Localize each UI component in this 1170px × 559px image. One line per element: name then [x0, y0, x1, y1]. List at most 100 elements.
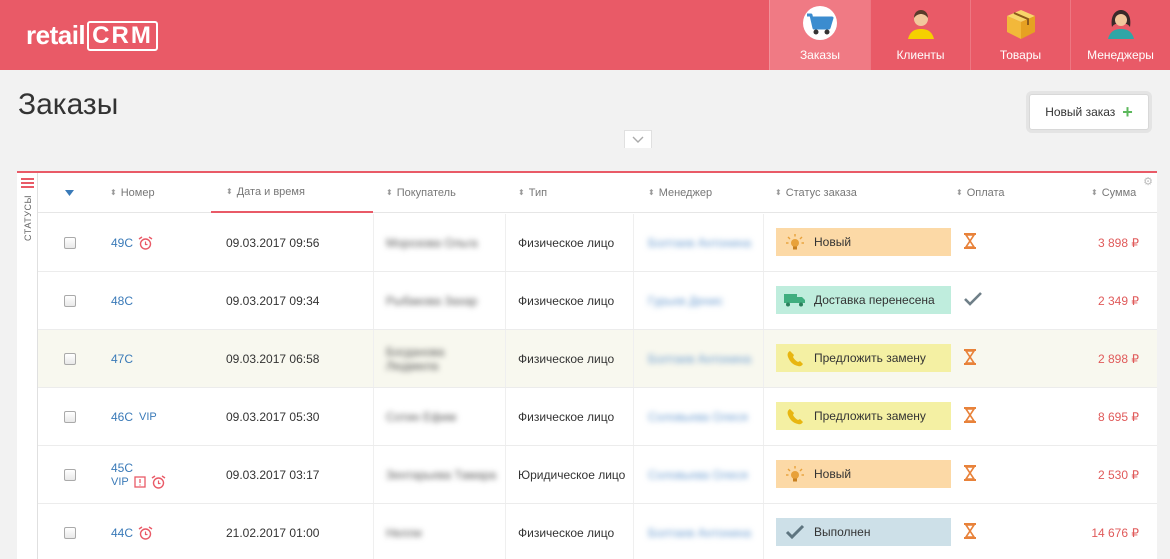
table-row[interactable]: 45C VIP 09.03.2017 03:17 Зентарьева Тама… [38, 446, 1157, 504]
sort-icon: ⬍ [1091, 188, 1098, 197]
order-sum: 2 898 ₽ [1098, 351, 1139, 366]
table-row[interactable]: 48C 09.03.2017 09:34 Рыбакова Захар Физи… [38, 272, 1157, 330]
header-manager[interactable]: ⬍ Менеджер [648, 173, 712, 213]
order-status-select[interactable]: Новый [776, 460, 951, 488]
order-number-link[interactable]: 44C [111, 526, 133, 540]
phone-icon [784, 349, 806, 367]
row-checkbox[interactable] [64, 352, 76, 365]
status-label: Доставка перенесена [814, 293, 935, 307]
client-avatar-icon [902, 4, 940, 42]
nav-item-products[interactable]: Товары [970, 0, 1070, 70]
header-datetime[interactable]: ⬍ Дата и время [211, 173, 373, 213]
main-nav: Заказы Клиенты Товары Менеджеры [769, 0, 1170, 70]
nav-label: Товары [999, 48, 1042, 62]
customer-type: Юридическое лицо [518, 467, 626, 482]
order-status-select[interactable]: Доставка перенесена [776, 286, 951, 314]
chevron-down-icon [632, 136, 644, 143]
order-datetime: 09.03.2017 05:30 [226, 409, 320, 424]
alarm-clock-icon[interactable] [151, 474, 166, 489]
alarm-clock-icon[interactable] [138, 525, 153, 540]
order-status-select[interactable]: Новый [776, 228, 951, 256]
nav-label: Клиенты [896, 48, 945, 62]
customer-name[interactable]: Нелли [386, 526, 422, 540]
statuses-vertical-label[interactable]: Статусы [23, 193, 33, 243]
table-row[interactable]: 44C 21.02.2017 01:00 Нелли Физическое ли… [38, 504, 1157, 559]
manager-avatar-icon [1102, 4, 1140, 42]
order-sum: 3 898 ₽ [1098, 235, 1139, 250]
new-order-button[interactable]: Новый заказ + [1029, 94, 1149, 130]
header-status[interactable]: ⬍ Статус заказа [775, 173, 857, 213]
caret-down-icon [65, 190, 74, 196]
row-checkbox[interactable] [64, 468, 76, 481]
filter-toggle-button[interactable] [624, 130, 652, 148]
table-header: ⬍ Номер ⬍ Дата и время ⬍ Покупатель ⬍ Тип ⬍ М… [38, 173, 1157, 213]
table-row[interactable]: 46C VIP 09.03.2017 05:30 Сотин Ефим Физич… [38, 388, 1157, 446]
cart-icon [801, 4, 839, 42]
header-number[interactable]: ⬍ Номер [110, 173, 155, 213]
order-sum: 8 695 ₽ [1098, 409, 1139, 424]
flag-icon[interactable] [134, 475, 146, 488]
row-checkbox[interactable] [64, 294, 76, 307]
nav-item-orders[interactable]: Заказы [769, 0, 870, 70]
manager-name[interactable]: Соловьева Олеся [648, 468, 748, 482]
manager-name[interactable]: Болтаев Антонина [648, 236, 751, 250]
nav-label: Заказы [799, 48, 841, 62]
logo-text: retail [26, 20, 86, 50]
customer-name[interactable]: Рыбакова Захар [386, 294, 477, 308]
manager-name[interactable]: Болтаев Антонина [648, 526, 751, 540]
order-number-cell: 45C VIP [111, 446, 166, 503]
box-icon [1002, 4, 1040, 42]
order-status-select[interactable]: Предложить замену [776, 344, 951, 372]
order-datetime: 09.03.2017 03:17 [226, 467, 320, 482]
customer-name[interactable]: Сотин Ефим [386, 410, 456, 424]
customer-name[interactable]: Богданова Людмила [386, 345, 456, 373]
manager-name[interactable]: Гурьев Денис [648, 294, 723, 308]
sort-icon: ⬍ [110, 188, 117, 197]
plus-icon: + [1122, 102, 1133, 122]
hourglass-icon [964, 233, 976, 252]
order-datetime: 09.03.2017 09:34 [226, 293, 320, 308]
row-checkbox[interactable] [64, 526, 76, 539]
hourglass-icon [964, 465, 976, 484]
order-number-link[interactable]: 49C [111, 236, 133, 250]
customer-type: Физическое лицо [518, 293, 615, 308]
gear-icon[interactable]: ⚙ [1143, 175, 1153, 188]
page-title: Заказы [18, 88, 119, 121]
row-checkbox[interactable] [64, 410, 76, 423]
sort-icon: ⬍ [648, 188, 655, 197]
manager-name[interactable]: Болтаев Антонина [648, 352, 751, 366]
customer-type: Физическое лицо [518, 409, 615, 424]
nav-item-managers[interactable]: Менеджеры [1070, 0, 1170, 70]
manager-name[interactable]: Соловьева Олеся [648, 410, 748, 424]
table-row[interactable]: 49C 09.03.2017 09:56 Морозова Ольга Физи… [38, 214, 1157, 272]
status-label: Выполнен [814, 525, 871, 539]
table-row[interactable]: 47C 09.03.2017 06:58 Богданова Людмила Ф… [38, 330, 1157, 388]
hourglass-icon [964, 523, 976, 542]
phone-icon [784, 407, 806, 425]
header-customer[interactable]: ⬍ Покупатель [386, 173, 456, 213]
retailcrm-logo[interactable]: retail CRM [26, 20, 158, 51]
order-number-link[interactable]: 48C [111, 294, 133, 308]
order-status-select[interactable]: Выполнен [776, 518, 951, 546]
header-sum[interactable]: ⬍ Сумма [1091, 173, 1136, 213]
customer-name[interactable]: Зентарьева Тамара [386, 468, 496, 482]
sort-icon: ⬍ [226, 187, 233, 196]
status-sidebar-strip: Статусы [17, 173, 38, 559]
order-number-link[interactable]: 46C [111, 410, 133, 424]
header-type[interactable]: ⬍ Тип [518, 173, 547, 213]
order-sum: 2 530 ₽ [1098, 467, 1139, 482]
header-payment[interactable]: ⬍ Оплата [956, 173, 1005, 213]
order-status-select[interactable]: Предложить замену [776, 402, 951, 430]
bulb-icon [784, 465, 806, 483]
hourglass-icon [964, 349, 976, 368]
top-navigation-bar: retail CRM Заказы Клиенты Товары Менедже… [0, 0, 1170, 70]
row-checkbox[interactable] [64, 236, 76, 249]
alarm-clock-icon[interactable] [138, 235, 153, 250]
order-number-link[interactable]: 45C [111, 461, 166, 475]
menu-icon[interactable] [21, 178, 34, 190]
order-number-link[interactable]: 47C [111, 352, 133, 366]
nav-item-clients[interactable]: Клиенты [870, 0, 970, 70]
logo-crm: CRM [87, 20, 158, 51]
customer-name[interactable]: Морозова Ольга [386, 236, 478, 250]
select-all-toggle[interactable] [65, 173, 85, 213]
